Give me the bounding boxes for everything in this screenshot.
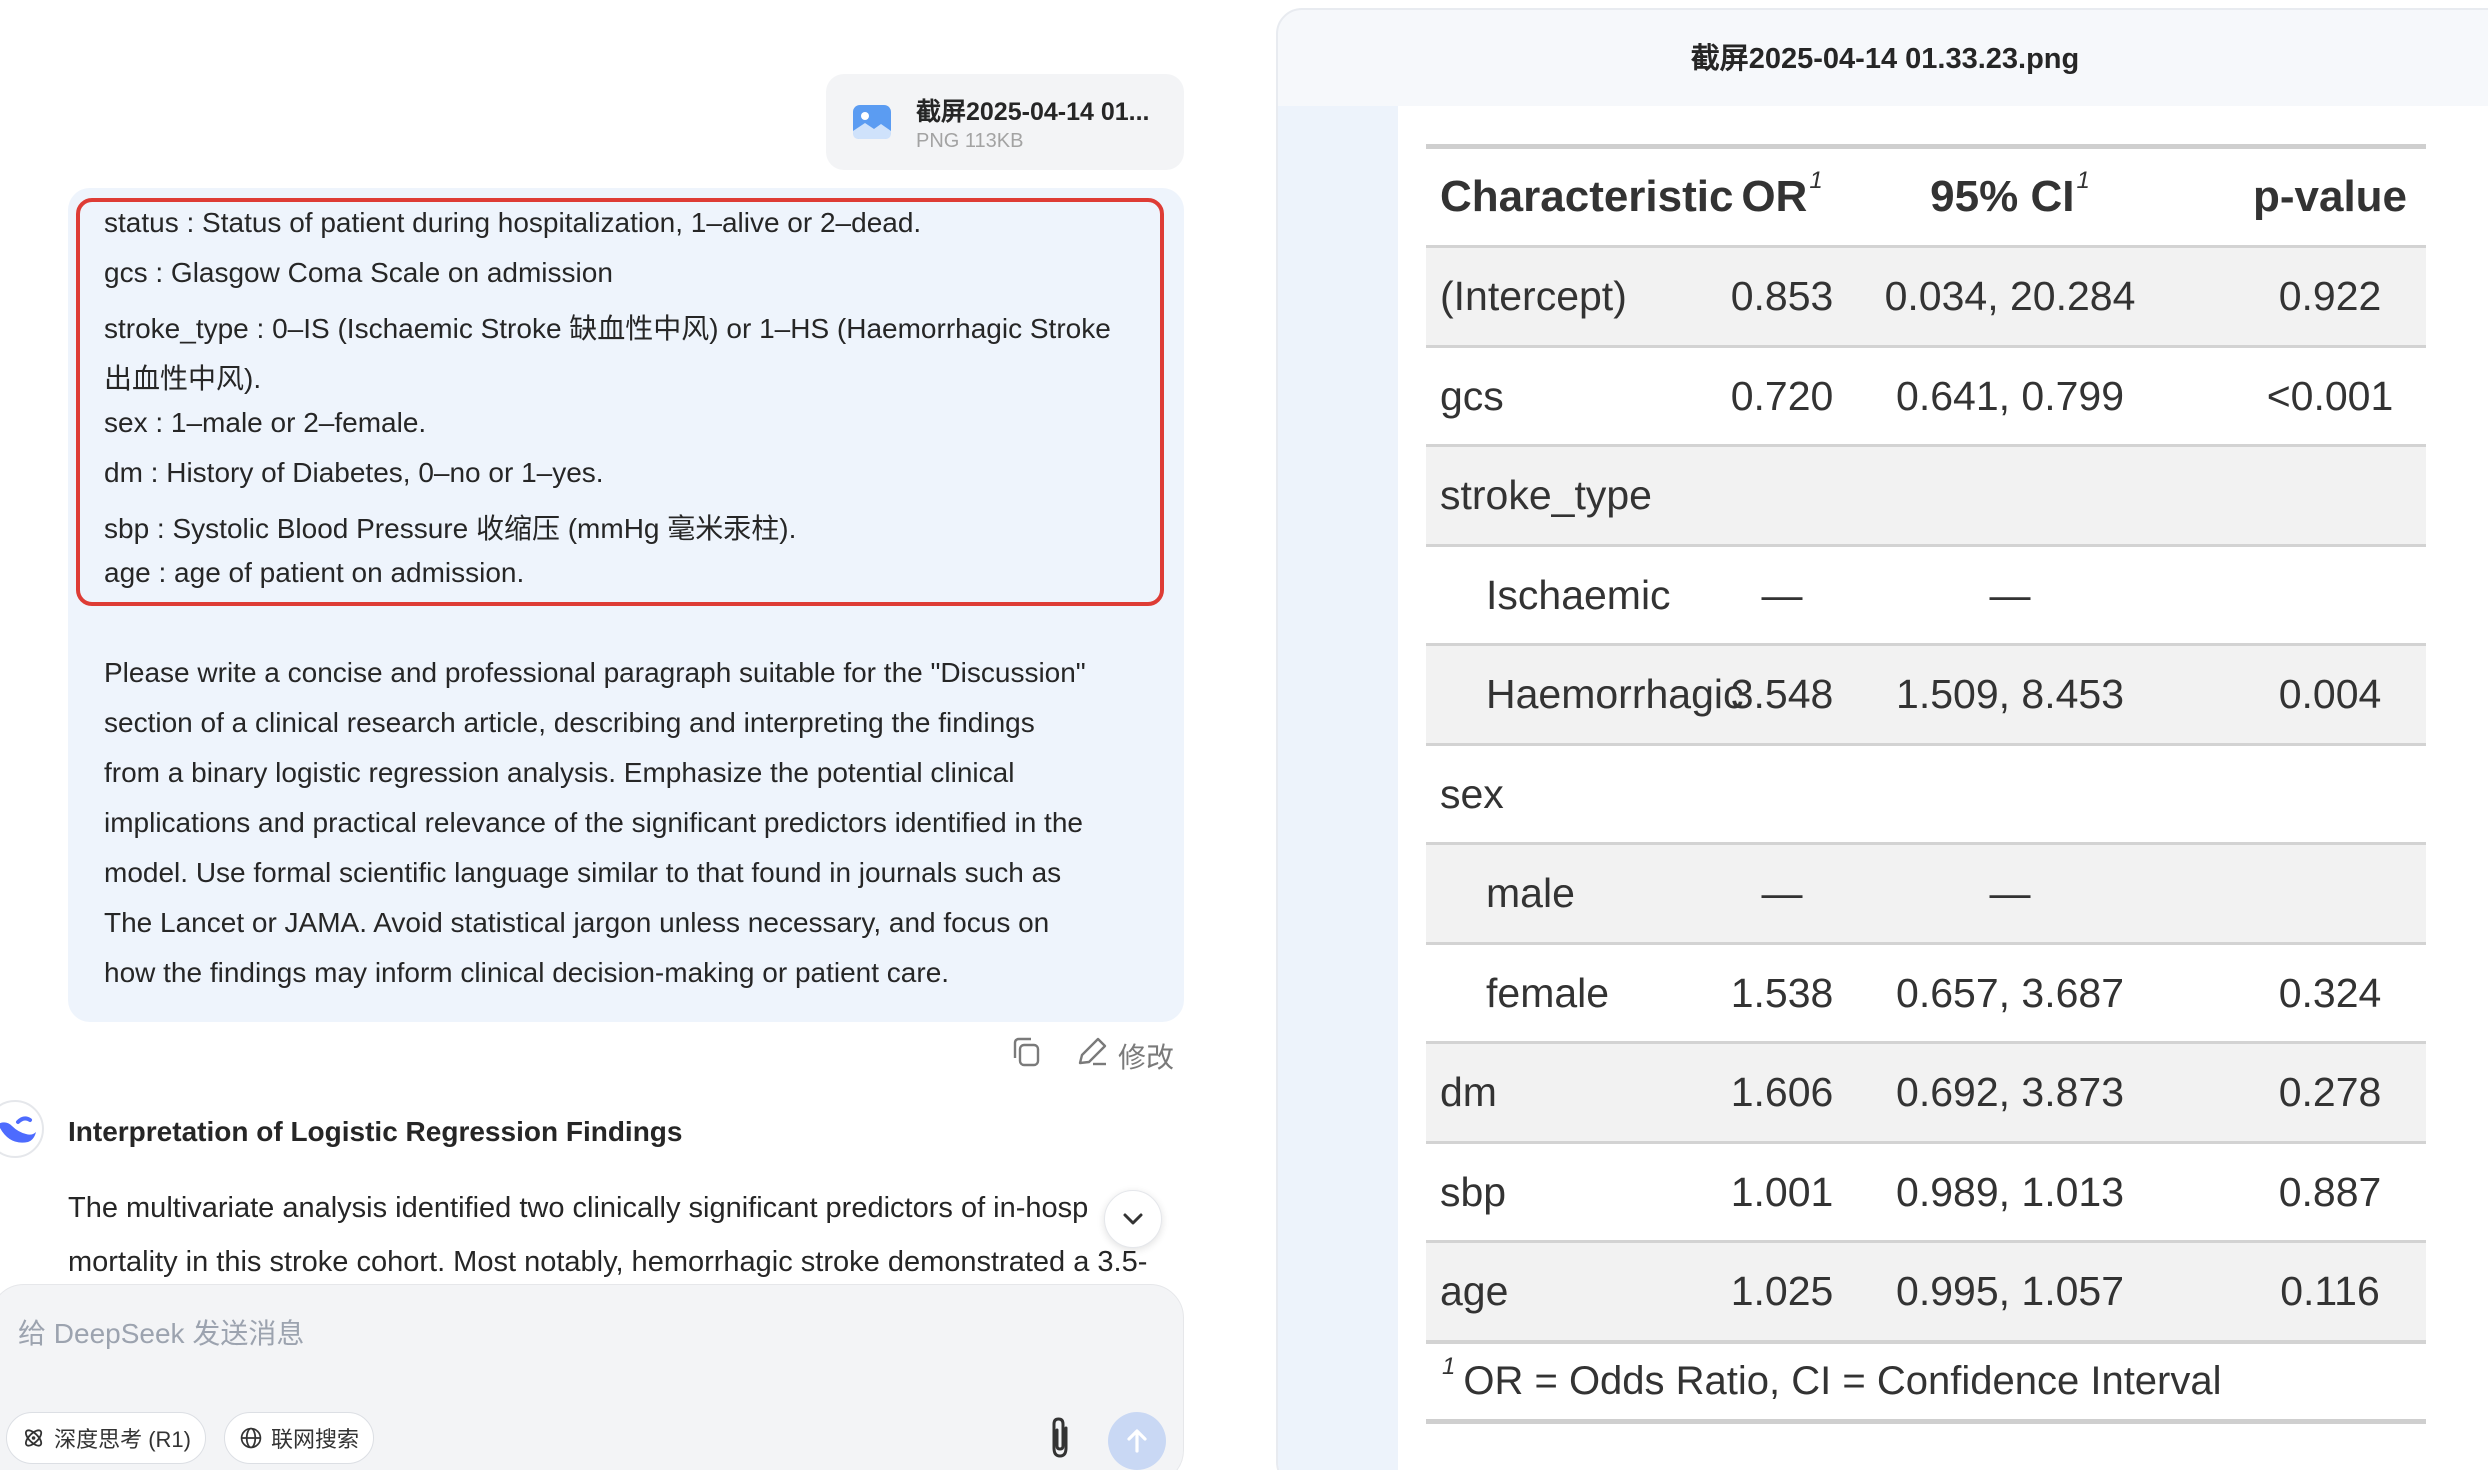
- table-row: sex: [1426, 742, 2426, 843]
- edit-icon[interactable]: [1074, 1034, 1110, 1070]
- table-row: dm 1.606 0.692, 3.873 0.278: [1426, 1041, 2426, 1141]
- response-line: mortality in this stroke cohort. Most no…: [68, 1246, 1148, 1278]
- edit-button[interactable]: 修改: [1118, 1036, 1174, 1076]
- message-input[interactable]: 给 DeepSeek 发送消息: [18, 1312, 304, 1352]
- send-button[interactable]: [1108, 1412, 1166, 1470]
- atom-icon: [24, 1429, 43, 1447]
- chevron-down-icon: [1123, 1213, 1143, 1225]
- prompt-line: implications and practical relevance of …: [104, 807, 1083, 838]
- variable-line: status : Status of patient during hospit…: [104, 207, 922, 238]
- cell-characteristic: Haemorrhagic: [1486, 671, 1744, 717]
- image-attachment[interactable]: 截屏2025-04-14 01... PNG 113KB: [826, 74, 1184, 170]
- prompt-line: Please write a concise and professional …: [104, 657, 1086, 688]
- table-row: sbp 1.001 0.989, 1.013 0.887: [1426, 1140, 2426, 1241]
- cell-characteristic: age: [1440, 1268, 1509, 1314]
- prompt-line: The Lancet or JAMA. Avoid statistical ja…: [104, 907, 1050, 938]
- header-characteristic: Characteristic: [1440, 172, 1734, 221]
- cell-characteristic: sex: [1440, 770, 1504, 817]
- response-line: The multivariate analysis identified two…: [68, 1192, 1089, 1224]
- response-heading: Interpretation of Logistic Regression Fi…: [68, 1116, 683, 1147]
- web-search-label: 联网搜索: [270, 1427, 359, 1452]
- chat-panel: 截屏2025-04-14 01... PNG 113KB status : St…: [0, 0, 1240, 1470]
- prompt-line: from a binary logistic regression analys…: [104, 757, 1015, 788]
- variable-line: stroke_type : 0–IS (Ischaemic Stroke 缺血性…: [104, 313, 1111, 344]
- variable-line: 出血性中风).: [104, 363, 262, 394]
- cell-characteristic: sbp: [1440, 1168, 1507, 1215]
- cell-characteristic: dm: [1440, 1069, 1497, 1115]
- scroll-to-bottom-button[interactable]: [1104, 1190, 1162, 1248]
- table-footnote: 1 OR = Odds Ratio, CI = Confidence Interv…: [1426, 1339, 2426, 1424]
- image-file-icon: [853, 105, 891, 139]
- variable-line: gcs : Glasgow Coma Scale on admission: [104, 257, 613, 288]
- deep-think-label: 深度思考 (R1): [54, 1427, 191, 1452]
- prompt-line: how the findings may inform clinical dec…: [104, 957, 950, 988]
- table-row: age 1.025 0.995, 1.057 0.116: [1426, 1240, 2426, 1340]
- table-row: gcs 0.720 0.641, 0.799 <0.001: [1426, 344, 2426, 445]
- prompt-line: section of a clinical research article, …: [104, 707, 1035, 738]
- attachment-meta: PNG 113KB: [916, 130, 1024, 152]
- preview-filename: 截屏2025-04-14 01.33.23.png: [1690, 43, 2080, 75]
- web-search-toggle[interactable]: 联网搜索: [224, 1412, 374, 1464]
- attachment-filename: 截屏2025-04-14 01...: [916, 98, 1150, 126]
- cell-characteristic: (Intercept): [1440, 273, 1627, 319]
- deep-think-toggle[interactable]: 深度思考 (R1): [6, 1412, 206, 1464]
- variable-line: sbp : Systolic Blood Pressure 收缩压 (mmHg …: [104, 513, 797, 544]
- cell-characteristic: male: [1486, 870, 1575, 916]
- deepseek-whale-icon: [0, 1116, 36, 1143]
- cell-characteristic: stroke_type: [1440, 472, 1652, 518]
- variable-line: dm : History of Diabetes, 0–no or 1–yes.: [104, 457, 604, 488]
- cell-characteristic: female: [1486, 969, 1610, 1016]
- table-row: (Intercept) 0.853 0.034, 20.284 0.922: [1426, 245, 2426, 345]
- table-row: female 1.538 0.657, 3.687 0.324: [1426, 941, 2426, 1042]
- footnote-text: 1 OR = Odds Ratio, CI = Confidence Interv…: [1440, 1344, 2222, 1419]
- table-header-row: Characteristic OR 1 95% CI 1 p-value: [1426, 149, 2426, 245]
- table-row: Haemorrhagic 3.548 1.509, 8.453 0.004: [1426, 643, 2426, 743]
- deepseek-avatar: [0, 1100, 44, 1158]
- footnote-label: OR = Odds Ratio, CI = Confidence Interva…: [1463, 1358, 2222, 1403]
- table-row: Ischaemic — —: [1426, 543, 2426, 644]
- cell-characteristic: gcs: [1440, 372, 1504, 419]
- variable-line: sex : 1–male or 2–female.: [104, 407, 427, 438]
- globe-icon: [240, 1427, 262, 1449]
- prompt-line: model. Use formal scientific language si…: [104, 857, 1062, 888]
- arrow-up-icon: [1127, 1429, 1147, 1453]
- table-row: male — —: [1426, 842, 2426, 942]
- copy-icon[interactable]: [1008, 1034, 1044, 1070]
- cell-characteristic: Ischaemic: [1486, 571, 1671, 618]
- footnote-mark: 1: [1442, 1353, 1456, 1380]
- paperclip-icon[interactable]: [1040, 1414, 1080, 1462]
- table-row: stroke_type: [1426, 444, 2426, 544]
- variable-line: age : age of patient on admission.: [104, 557, 525, 588]
